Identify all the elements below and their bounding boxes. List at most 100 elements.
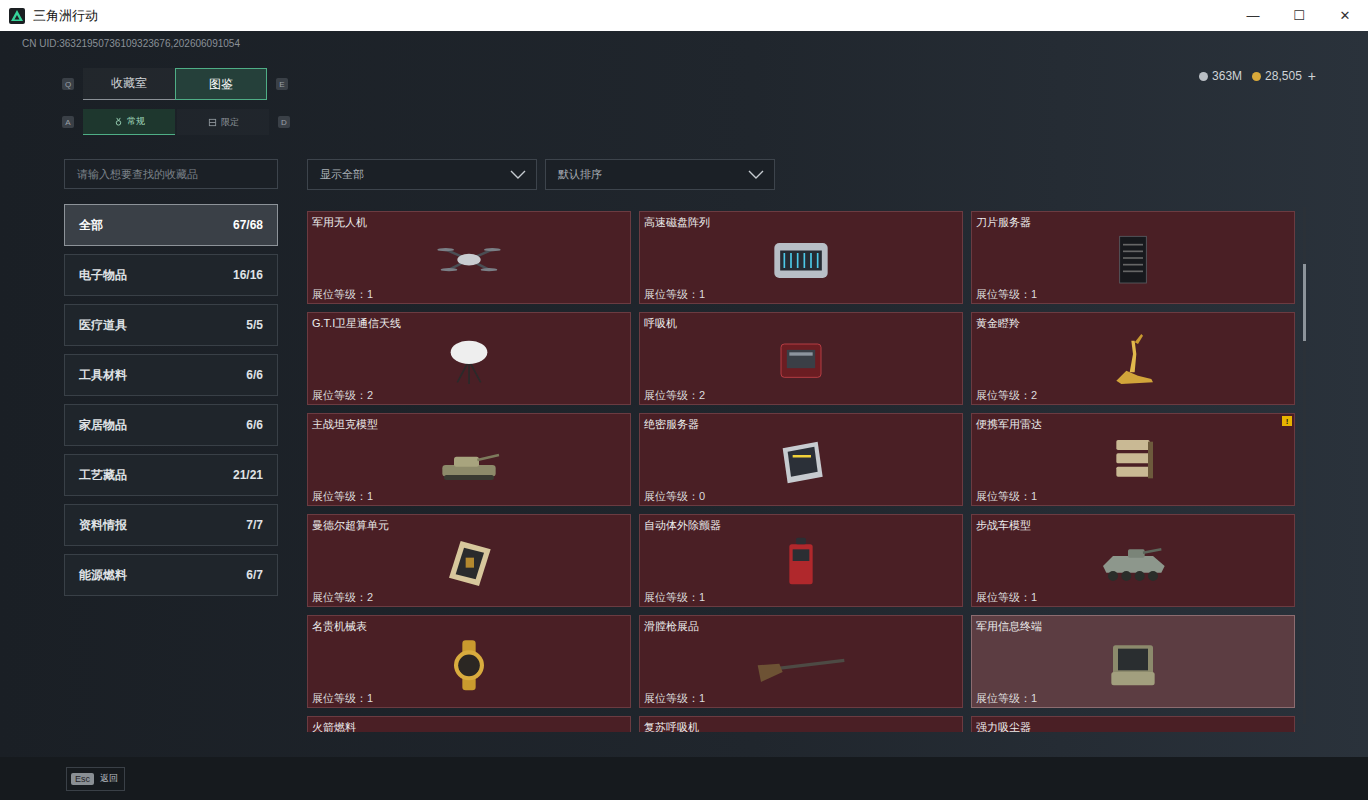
title-bar: 三角洲行动 —☐✕: [0, 0, 1368, 31]
window-control-button[interactable]: —: [1230, 0, 1276, 31]
category-item[interactable]: 工艺藏品 21/21: [64, 454, 278, 496]
musket-icon: [751, 632, 851, 692]
window-control-button[interactable]: ☐: [1276, 0, 1322, 31]
collectible-card[interactable]: 复苏呼吸机: [639, 716, 963, 732]
category-item[interactable]: 全部 67/68: [64, 204, 278, 246]
watch-icon: [419, 632, 519, 692]
collectible-name: 军用信息终端: [976, 619, 1290, 633]
collectible-name: 强力吸尘器: [976, 720, 1290, 732]
category-count: 6/7: [246, 568, 263, 582]
golden-deer-icon: [1083, 329, 1183, 389]
collectible-card[interactable]: 滑膛枪展品展位等级：1: [639, 615, 963, 708]
category-count: 6/6: [246, 418, 263, 432]
currency-bar: 363M 28,505 +: [1199, 68, 1316, 84]
sub-tab[interactable]: 限定: [177, 109, 269, 135]
ifv-model-icon: [1083, 531, 1183, 591]
display-level: 展位等级：1: [312, 691, 626, 705]
category-count: 7/7: [246, 518, 263, 532]
category-count: 6/6: [246, 368, 263, 382]
portable-radar-icon: [1083, 430, 1183, 490]
game-logo-icon: [9, 8, 25, 24]
blade-server-icon: [1083, 228, 1183, 288]
currency-amount: 28,505: [1265, 69, 1302, 83]
collectible-card[interactable]: 高速磁盘阵列展位等级：1: [639, 211, 963, 304]
category-label: 工艺藏品: [79, 467, 127, 484]
category-item[interactable]: 医疗道具 5/5: [64, 304, 278, 346]
collectible-card[interactable]: 主战坦克模型展位等级：1: [307, 413, 631, 506]
collectible-card[interactable]: 便携军用雷达展位等级：1!: [971, 413, 1295, 506]
category-item[interactable]: 工具材料 6/6: [64, 354, 278, 396]
window-title: 三角洲行动: [33, 7, 98, 25]
medal-icon: [114, 117, 123, 126]
category-label: 全部: [79, 217, 103, 234]
collectible-name: 滑膛枪展品: [644, 619, 958, 633]
collectible-name: 火箭燃料: [312, 720, 626, 732]
scrollbar[interactable]: [1303, 207, 1306, 724]
supercomputer-unit-icon: [419, 531, 519, 591]
collectible-name: 黄金瞪羚: [976, 316, 1290, 330]
category-item[interactable]: 能源燃料6/7: [64, 554, 278, 596]
filter-dropdown[interactable]: 默认排序: [545, 159, 775, 190]
category-label: 电子物品: [79, 267, 127, 284]
collectible-card[interactable]: 军用信息终端展位等级：1: [971, 615, 1295, 708]
collectible-card[interactable]: 黄金瞪羚展位等级：2: [971, 312, 1295, 405]
display-level: 展位等级：1: [976, 287, 1290, 301]
window-control-button[interactable]: ✕: [1322, 0, 1368, 31]
collectible-card[interactable]: 曼德尔超算单元展位等级：2: [307, 514, 631, 607]
collectible-card[interactable]: 名贵机械表展位等级：1: [307, 615, 631, 708]
category-count: 5/5: [246, 318, 263, 332]
category-label: 工具材料: [79, 367, 127, 384]
collectible-name: 军用无人机: [312, 215, 626, 229]
category-count: 67/68: [233, 218, 263, 232]
display-level: 展位等级：1: [976, 489, 1290, 503]
scrollbar-thumb[interactable]: [1303, 264, 1306, 342]
collectible-name: 自动体外除颤器: [644, 518, 958, 532]
sub-tab-label: 限定: [221, 116, 239, 129]
category-label: 医疗道具: [79, 317, 127, 334]
key-hint: D: [278, 116, 290, 128]
sub-tabs: A 常规 限定 D: [62, 109, 1368, 135]
disk-array-icon: [751, 228, 851, 288]
collectible-card[interactable]: 步战车模型展位等级：1: [971, 514, 1295, 607]
collectible-name: 步战车模型: [976, 518, 1290, 532]
key-hint: Esc: [71, 773, 94, 785]
display-level: 展位等级：2: [976, 388, 1290, 402]
currency-amount: 363M: [1212, 69, 1242, 83]
display-level: 展位等级：1: [644, 590, 958, 604]
category-item[interactable]: 资料情报7/7: [64, 504, 278, 546]
main-tab[interactable]: 收藏室: [83, 68, 175, 100]
category-item[interactable]: 电子物品 16/16: [64, 254, 278, 296]
collectible-card[interactable]: 火箭燃料: [307, 716, 631, 732]
collectible-card[interactable]: 刀片服务器展位等级：1: [971, 211, 1295, 304]
category-item[interactable]: 家居物品 6/6: [64, 404, 278, 446]
display-level: 展位等级：2: [312, 590, 626, 604]
category-count: 21/21: [233, 468, 263, 482]
key-hint: A: [62, 116, 74, 128]
currency-item: 28,505: [1252, 69, 1302, 83]
display-level: 展位等级：2: [312, 388, 626, 402]
back-button[interactable]: Esc返回: [66, 767, 125, 791]
add-currency-button[interactable]: +: [1308, 68, 1316, 84]
dropdown-label: 默认排序: [558, 167, 602, 182]
search-field[interactable]: 请输入想要查找的收藏品: [64, 159, 278, 189]
collectible-card[interactable]: 呼吸机展位等级：2: [639, 312, 963, 405]
main-tab[interactable]: 图鉴: [175, 68, 267, 100]
filter-dropdown[interactable]: 显示全部: [307, 159, 537, 190]
collectible-name: 刀片服务器: [976, 215, 1290, 229]
collectible-card[interactable]: 自动体外除颤器展位等级：1: [639, 514, 963, 607]
category-sidebar: 请输入想要查找的收藏品全部 67/68 电子物品 16/16 医疗道具 5/5 工具材料 6/…: [64, 159, 278, 732]
collectible-name: 名贵机械表: [312, 619, 626, 633]
collectible-card[interactable]: G.T.I卫星通信天线展位等级：2: [307, 312, 631, 405]
collectible-card[interactable]: 绝密服务器展位等级：0: [639, 413, 963, 506]
secret-server-icon: [751, 430, 851, 490]
sub-tab-label: 常规: [127, 115, 145, 128]
key-hint: E: [276, 78, 288, 90]
category-count: 16/16: [233, 268, 263, 282]
collectible-card[interactable]: 强力吸尘器: [971, 716, 1295, 732]
collectible-name: 呼吸机: [644, 316, 958, 330]
uid-text: CN UID:36321950736109323676,202606091054: [0, 31, 1368, 50]
collectible-name: 便携军用雷达: [976, 417, 1290, 431]
collectible-card[interactable]: 军用无人机展位等级：1: [307, 211, 631, 304]
category-label: 家居物品: [79, 417, 127, 434]
sub-tab[interactable]: 常规: [83, 109, 175, 135]
